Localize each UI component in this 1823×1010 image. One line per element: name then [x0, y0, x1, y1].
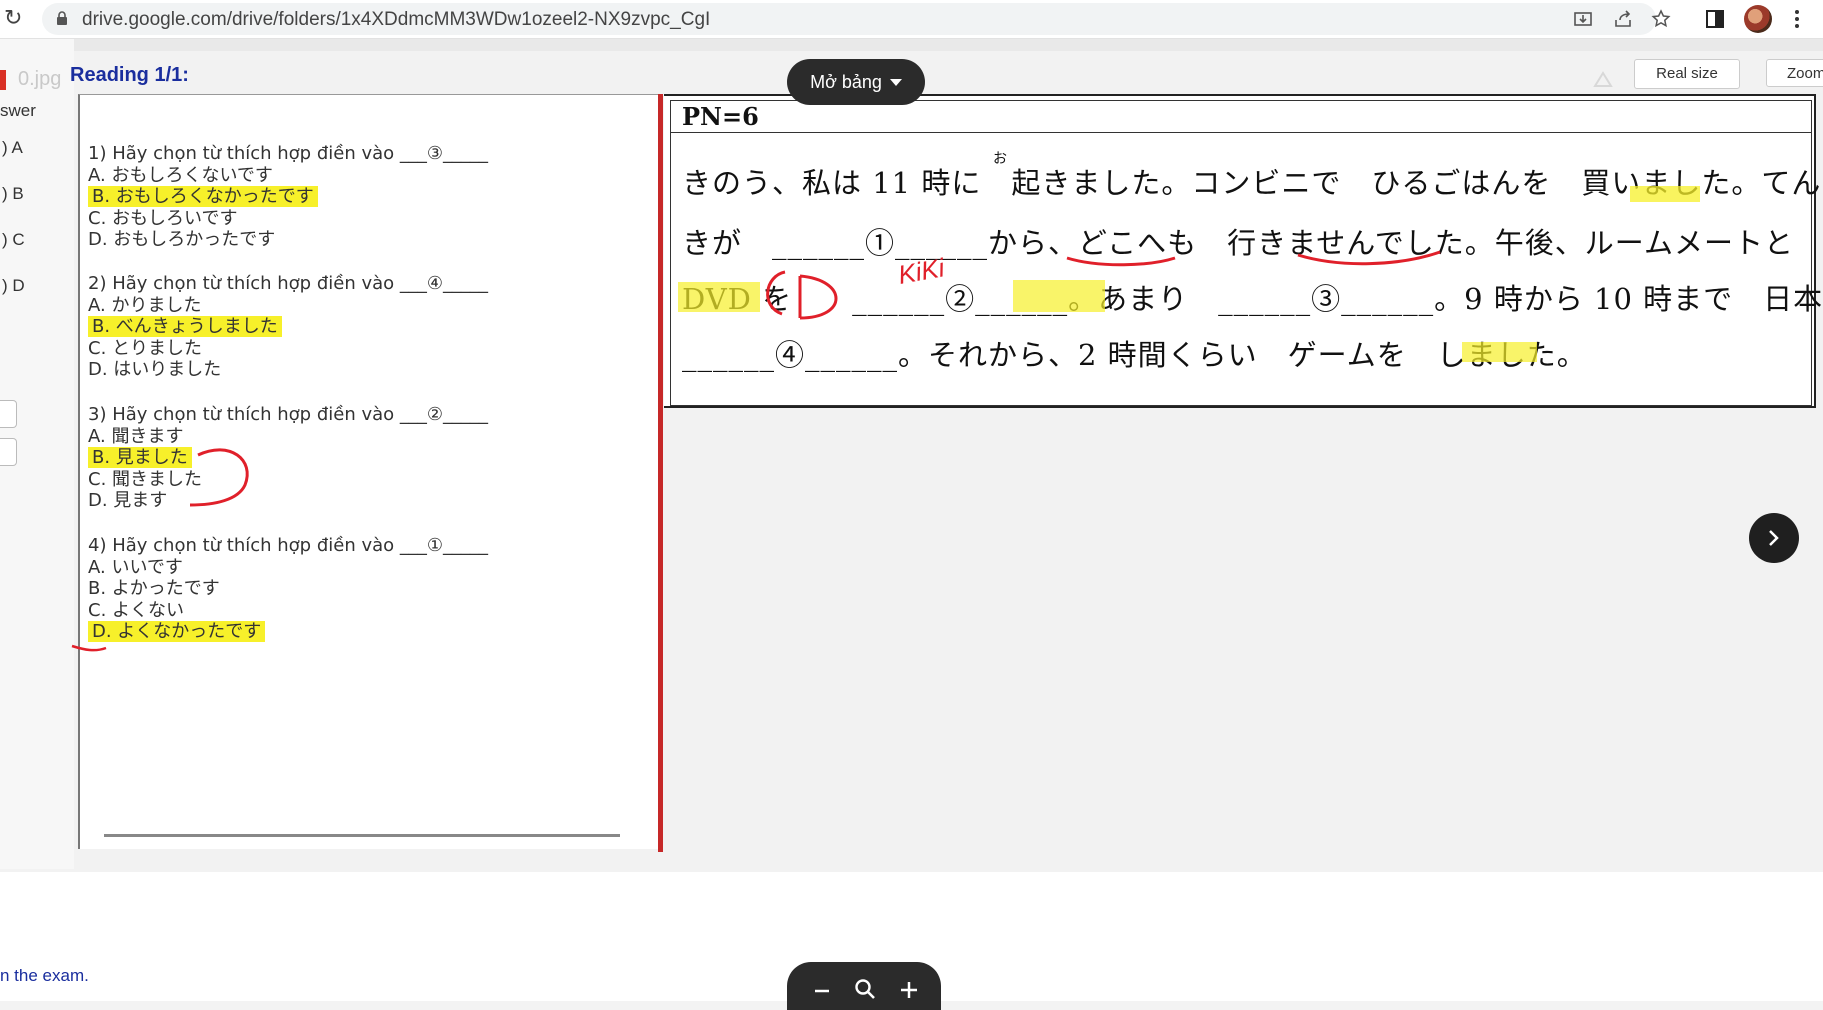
- reload-icon[interactable]: ↻: [4, 6, 22, 31]
- answer-option-b[interactable]: ) B: [2, 184, 24, 204]
- option-b-highlighted: B. おもしろくなかったです: [88, 186, 488, 208]
- file-name: 0.jpg: [18, 68, 62, 90]
- question-4: 4) Hãy chọn từ thích hợp điền vào ___①__…: [88, 535, 488, 643]
- real-size-button[interactable]: Real size: [1634, 59, 1740, 89]
- zoom-button[interactable]: Zoom: [1766, 59, 1823, 87]
- answer-input-1[interactable]: [0, 400, 17, 428]
- viewer-top-strip: [0, 39, 1823, 51]
- option-a: A. 聞きます: [88, 425, 184, 447]
- option-c: C. 聞きました: [88, 468, 203, 490]
- address-bar[interactable]: drive.google.com/drive/folders/1x4XDdmcM…: [42, 3, 1671, 35]
- more-menu-icon[interactable]: [1786, 8, 1808, 30]
- open-table-button[interactable]: Mở bảng: [787, 59, 925, 105]
- install-icon[interactable]: [1572, 8, 1594, 30]
- question-2: 2) Hãy chọn từ thích hợp điền vào ___④__…: [88, 273, 488, 381]
- passage-line-1: きのう、私は 11 時に 起きました。コンビニで ひるごはんを 買いました。てん: [682, 166, 1822, 200]
- option-a: A. おもしろくないです: [88, 164, 273, 186]
- option-d-highlighted: D. よくなかったです: [88, 621, 488, 643]
- option-d: D. おもしろかったです: [88, 229, 276, 250]
- option-d: D. はいりました: [88, 359, 222, 380]
- zoom-in-icon[interactable]: [899, 980, 919, 1000]
- question-prompt: 3) Hãy chọn từ thích hợp điền vào ___②__…: [88, 404, 489, 425]
- option-b-highlighted: B. べんきょうしました: [88, 316, 488, 338]
- option-a: A. かりました: [88, 294, 202, 316]
- answer-option-a[interactable]: ) A: [2, 138, 23, 158]
- question-prompt: 2) Hãy chọn từ thích hợp điền vào ___④__…: [88, 273, 489, 294]
- browser-toolbar: ↻ drive.google.com/drive/folders/1x4XDdm…: [0, 0, 1823, 39]
- magnifier-icon[interactable]: [853, 977, 877, 1001]
- option-c: C. とりました: [88, 337, 203, 359]
- passage-header-divider: [670, 132, 1811, 133]
- answer-option-c[interactable]: ) C: [2, 230, 25, 250]
- option-b-highlighted: B. 見ました: [88, 447, 488, 469]
- zoom-out-icon[interactable]: [813, 982, 831, 1000]
- option-b: B. よかったです: [88, 578, 220, 599]
- passage-number: PN=6: [682, 102, 759, 131]
- question-3: 3) Hãy chọn từ thích hợp điền vào ___②__…: [88, 404, 488, 512]
- passage-line-2: きが ______①______から、どこへも 行きませんでした。午後、ルームメ…: [682, 226, 1794, 260]
- chevron-right-icon: [1769, 530, 1779, 546]
- answer-input-2[interactable]: [0, 438, 17, 466]
- lock-icon: [57, 11, 67, 25]
- bookmark-star-icon[interactable]: [1650, 8, 1672, 30]
- share-icon[interactable]: [1612, 8, 1634, 30]
- zoom-controls: [787, 962, 941, 1010]
- answer-option-d[interactable]: ) D: [2, 276, 25, 296]
- chevron-down-icon: [889, 78, 902, 86]
- answer-label: swer: [0, 101, 36, 120]
- exam-note: n the exam.: [0, 966, 89, 985]
- next-file-button[interactable]: [1749, 513, 1799, 563]
- question-1: 1) Hãy chọn từ thích hợp điền vào ___③__…: [88, 143, 488, 251]
- side-panel-icon[interactable]: [1704, 8, 1726, 30]
- panel-divider: [658, 94, 663, 852]
- passage-line-4: ______④______。それから、2 時間くらい ゲームを しました。: [682, 338, 1587, 372]
- profile-avatar[interactable]: [1744, 5, 1772, 33]
- question-prompt: 4) Hãy chọn từ thích hợp điền vào ___①__…: [88, 535, 489, 556]
- url-text: drive.google.com/drive/folders/1x4XDdmcM…: [82, 9, 711, 30]
- passage-line-3: DVD を ______②______。あまり ______③______。9 …: [682, 282, 1823, 316]
- horizontal-scrollbar[interactable]: [104, 834, 620, 837]
- option-c: C. おもしろいです: [88, 207, 238, 229]
- file-type-badge: [0, 70, 6, 90]
- question-prompt: 1) Hãy chọn từ thích hợp điền vào ___③__…: [88, 143, 489, 164]
- option-d: D. 見ます: [88, 490, 168, 511]
- open-table-label: Mở bảng: [810, 71, 882, 92]
- option-a: A. いいです: [88, 556, 183, 578]
- option-c: C. よくない: [88, 599, 185, 621]
- reading-title: Reading 1/1:: [70, 64, 189, 86]
- add-drive-icon[interactable]: [1591, 68, 1617, 94]
